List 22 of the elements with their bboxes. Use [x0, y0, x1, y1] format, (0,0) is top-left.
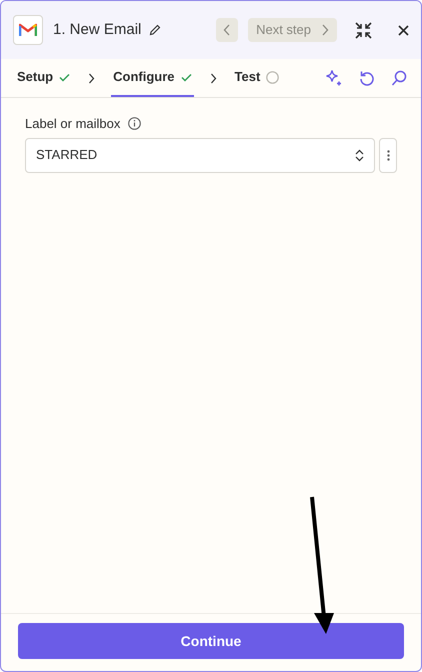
- sparkle-button[interactable]: [325, 69, 343, 87]
- field-label: Label or mailbox: [25, 115, 120, 133]
- chevron-icon: [210, 72, 217, 84]
- search-button[interactable]: [391, 70, 407, 86]
- chevron-icon: [88, 72, 96, 84]
- sort-caret-icon: [355, 148, 364, 162]
- edit-button[interactable]: [149, 24, 162, 36]
- continue-button[interactable]: Continue: [18, 623, 404, 659]
- step-tab[interactable]: Setup: [15, 59, 72, 97]
- kebab-icon: [386, 150, 390, 160]
- info-icon: [128, 117, 142, 130]
- step-tab[interactable]: Test: [232, 59, 282, 97]
- pencil-icon: [149, 24, 162, 36]
- step-title: 1. New Email: [53, 20, 142, 40]
- chevron-right-icon: [321, 24, 329, 36]
- app-logo: [13, 15, 43, 45]
- mailbox-select[interactable]: STARRED: [25, 138, 375, 172]
- step-tab[interactable]: Configure: [111, 59, 194, 97]
- undo-button[interactable]: [359, 70, 375, 86]
- collapse-button[interactable]: [355, 22, 372, 38]
- close-button[interactable]: [398, 24, 409, 36]
- chevron-left-icon: [223, 24, 232, 36]
